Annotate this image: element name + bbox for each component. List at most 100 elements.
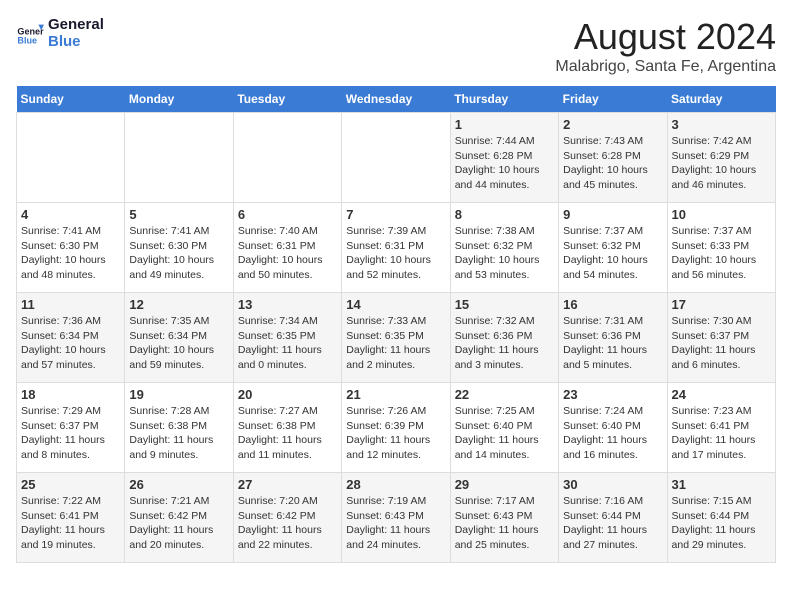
day-number: 26 bbox=[129, 477, 228, 492]
day-info: Sunrise: 7:15 AM Sunset: 6:44 PM Dayligh… bbox=[672, 494, 771, 553]
day-number: 12 bbox=[129, 297, 228, 312]
day-info: Sunrise: 7:16 AM Sunset: 6:44 PM Dayligh… bbox=[563, 494, 662, 553]
logo: General Blue General Blue bbox=[16, 16, 104, 50]
day-info: Sunrise: 7:31 AM Sunset: 6:36 PM Dayligh… bbox=[563, 314, 662, 373]
day-info: Sunrise: 7:24 AM Sunset: 6:40 PM Dayligh… bbox=[563, 404, 662, 463]
page-header: General Blue General Blue August 2024 Ma… bbox=[16, 16, 776, 76]
day-number: 20 bbox=[238, 387, 337, 402]
day-number: 3 bbox=[672, 117, 771, 132]
day-number: 17 bbox=[672, 297, 771, 312]
day-number: 8 bbox=[455, 207, 554, 222]
page-subtitle: Malabrigo, Santa Fe, Argentina bbox=[555, 58, 776, 76]
day-number: 31 bbox=[672, 477, 771, 492]
day-cell-20: 20 Sunrise: 7:27 AM Sunset: 6:38 PM Dayli… bbox=[233, 383, 341, 473]
column-header-sunday: Sunday bbox=[17, 86, 125, 113]
day-cell-24: 24 Sunrise: 7:23 AM Sunset: 6:41 PM Dayli… bbox=[667, 383, 775, 473]
day-info: Sunrise: 7:34 AM Sunset: 6:35 PM Dayligh… bbox=[238, 314, 337, 373]
day-number: 2 bbox=[563, 117, 662, 132]
header-row: SundayMondayTuesdayWednesdayThursdayFrid… bbox=[17, 86, 776, 113]
column-header-tuesday: Tuesday bbox=[233, 86, 341, 113]
day-info: Sunrise: 7:36 AM Sunset: 6:34 PM Dayligh… bbox=[21, 314, 120, 373]
day-info: Sunrise: 7:32 AM Sunset: 6:36 PM Dayligh… bbox=[455, 314, 554, 373]
day-info: Sunrise: 7:40 AM Sunset: 6:31 PM Dayligh… bbox=[238, 224, 337, 283]
day-number: 30 bbox=[563, 477, 662, 492]
day-number: 4 bbox=[21, 207, 120, 222]
day-number: 10 bbox=[672, 207, 771, 222]
day-number: 18 bbox=[21, 387, 120, 402]
empty-cell bbox=[125, 113, 233, 203]
day-info: Sunrise: 7:19 AM Sunset: 6:43 PM Dayligh… bbox=[346, 494, 445, 553]
day-cell-25: 25 Sunrise: 7:22 AM Sunset: 6:41 PM Dayli… bbox=[17, 473, 125, 563]
week-row-2: 4 Sunrise: 7:41 AM Sunset: 6:30 PM Daylig… bbox=[17, 203, 776, 293]
day-info: Sunrise: 7:41 AM Sunset: 6:30 PM Dayligh… bbox=[129, 224, 228, 283]
day-cell-3: 3 Sunrise: 7:42 AM Sunset: 6:29 PM Daylig… bbox=[667, 113, 775, 203]
day-info: Sunrise: 7:28 AM Sunset: 6:38 PM Dayligh… bbox=[129, 404, 228, 463]
day-cell-28: 28 Sunrise: 7:19 AM Sunset: 6:43 PM Dayli… bbox=[342, 473, 450, 563]
day-number: 13 bbox=[238, 297, 337, 312]
column-header-friday: Friday bbox=[559, 86, 667, 113]
day-info: Sunrise: 7:23 AM Sunset: 6:41 PM Dayligh… bbox=[672, 404, 771, 463]
day-cell-22: 22 Sunrise: 7:25 AM Sunset: 6:40 PM Dayli… bbox=[450, 383, 558, 473]
title-block: August 2024 Malabrigo, Santa Fe, Argenti… bbox=[555, 16, 776, 76]
day-info: Sunrise: 7:33 AM Sunset: 6:35 PM Dayligh… bbox=[346, 314, 445, 373]
day-info: Sunrise: 7:25 AM Sunset: 6:40 PM Dayligh… bbox=[455, 404, 554, 463]
day-cell-19: 19 Sunrise: 7:28 AM Sunset: 6:38 PM Dayli… bbox=[125, 383, 233, 473]
day-number: 6 bbox=[238, 207, 337, 222]
day-cell-5: 5 Sunrise: 7:41 AM Sunset: 6:30 PM Daylig… bbox=[125, 203, 233, 293]
day-info: Sunrise: 7:17 AM Sunset: 6:43 PM Dayligh… bbox=[455, 494, 554, 553]
day-info: Sunrise: 7:41 AM Sunset: 6:30 PM Dayligh… bbox=[21, 224, 120, 283]
page-title: August 2024 bbox=[555, 16, 776, 58]
week-row-3: 11 Sunrise: 7:36 AM Sunset: 6:34 PM Dayli… bbox=[17, 293, 776, 383]
day-cell-14: 14 Sunrise: 7:33 AM Sunset: 6:35 PM Dayli… bbox=[342, 293, 450, 383]
day-number: 22 bbox=[455, 387, 554, 402]
day-info: Sunrise: 7:42 AM Sunset: 6:29 PM Dayligh… bbox=[672, 134, 771, 193]
day-number: 23 bbox=[563, 387, 662, 402]
week-row-1: 1Sunrise: 7:44 AM Sunset: 6:28 PM Daylig… bbox=[17, 113, 776, 203]
day-info: Sunrise: 7:44 AM Sunset: 6:28 PM Dayligh… bbox=[455, 134, 554, 193]
day-info: Sunrise: 7:27 AM Sunset: 6:38 PM Dayligh… bbox=[238, 404, 337, 463]
week-row-5: 25 Sunrise: 7:22 AM Sunset: 6:41 PM Dayli… bbox=[17, 473, 776, 563]
day-info: Sunrise: 7:37 AM Sunset: 6:32 PM Dayligh… bbox=[563, 224, 662, 283]
day-number: 19 bbox=[129, 387, 228, 402]
logo-icon: General Blue bbox=[16, 19, 44, 47]
day-number: 24 bbox=[672, 387, 771, 402]
day-cell-15: 15 Sunrise: 7:32 AM Sunset: 6:36 PM Dayli… bbox=[450, 293, 558, 383]
day-info: Sunrise: 7:20 AM Sunset: 6:42 PM Dayligh… bbox=[238, 494, 337, 553]
day-number: 25 bbox=[21, 477, 120, 492]
day-number: 5 bbox=[129, 207, 228, 222]
day-cell-18: 18 Sunrise: 7:29 AM Sunset: 6:37 PM Dayli… bbox=[17, 383, 125, 473]
day-info: Sunrise: 7:35 AM Sunset: 6:34 PM Dayligh… bbox=[129, 314, 228, 373]
day-number: 29 bbox=[455, 477, 554, 492]
day-info: Sunrise: 7:22 AM Sunset: 6:41 PM Dayligh… bbox=[21, 494, 120, 553]
logo-line2: Blue bbox=[48, 33, 104, 50]
day-number: 28 bbox=[346, 477, 445, 492]
day-cell-16: 16Sunrise: 7:31 AM Sunset: 6:36 PM Dayli… bbox=[559, 293, 667, 383]
day-cell-21: 21Sunrise: 7:26 AM Sunset: 6:39 PM Dayli… bbox=[342, 383, 450, 473]
day-cell-26: 26Sunrise: 7:21 AM Sunset: 6:42 PM Dayli… bbox=[125, 473, 233, 563]
day-number: 11 bbox=[21, 297, 120, 312]
day-cell-4: 4 Sunrise: 7:41 AM Sunset: 6:30 PM Daylig… bbox=[17, 203, 125, 293]
day-info: Sunrise: 7:26 AM Sunset: 6:39 PM Dayligh… bbox=[346, 404, 445, 463]
day-cell-8: 8Sunrise: 7:38 AM Sunset: 6:32 PM Daylig… bbox=[450, 203, 558, 293]
empty-cell bbox=[342, 113, 450, 203]
day-number: 15 bbox=[455, 297, 554, 312]
day-cell-9: 9Sunrise: 7:37 AM Sunset: 6:32 PM Daylig… bbox=[559, 203, 667, 293]
column-header-thursday: Thursday bbox=[450, 86, 558, 113]
day-cell-17: 17Sunrise: 7:30 AM Sunset: 6:37 PM Dayli… bbox=[667, 293, 775, 383]
column-header-saturday: Saturday bbox=[667, 86, 775, 113]
calendar-table: SundayMondayTuesdayWednesdayThursdayFrid… bbox=[16, 86, 776, 563]
day-cell-1: 1Sunrise: 7:44 AM Sunset: 6:28 PM Daylig… bbox=[450, 113, 558, 203]
day-info: Sunrise: 7:29 AM Sunset: 6:37 PM Dayligh… bbox=[21, 404, 120, 463]
day-cell-13: 13 Sunrise: 7:34 AM Sunset: 6:35 PM Dayli… bbox=[233, 293, 341, 383]
day-info: Sunrise: 7:39 AM Sunset: 6:31 PM Dayligh… bbox=[346, 224, 445, 283]
day-cell-29: 29 Sunrise: 7:17 AM Sunset: 6:43 PM Dayli… bbox=[450, 473, 558, 563]
day-number: 7 bbox=[346, 207, 445, 222]
day-info: Sunrise: 7:37 AM Sunset: 6:33 PM Dayligh… bbox=[672, 224, 771, 283]
day-cell-6: 6 Sunrise: 7:40 AM Sunset: 6:31 PM Daylig… bbox=[233, 203, 341, 293]
day-cell-31: 31 Sunrise: 7:15 AM Sunset: 6:44 PM Dayli… bbox=[667, 473, 775, 563]
day-number: 27 bbox=[238, 477, 337, 492]
day-cell-11: 11 Sunrise: 7:36 AM Sunset: 6:34 PM Dayli… bbox=[17, 293, 125, 383]
day-cell-10: 10 Sunrise: 7:37 AM Sunset: 6:33 PM Dayli… bbox=[667, 203, 775, 293]
day-cell-12: 12 Sunrise: 7:35 AM Sunset: 6:34 PM Dayli… bbox=[125, 293, 233, 383]
day-number: 14 bbox=[346, 297, 445, 312]
